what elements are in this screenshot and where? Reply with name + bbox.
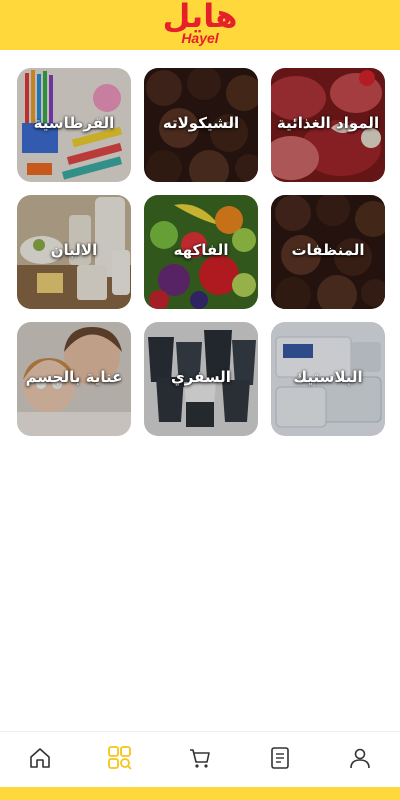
category-tile-fruit[interactable]: الفاكهه — [144, 195, 258, 309]
category-label: الالبان — [50, 241, 98, 259]
category-tile-food[interactable]: المواد الغذائية — [271, 68, 385, 182]
category-tile-stationery[interactable]: القرطاسية — [17, 68, 131, 182]
home-icon — [30, 748, 50, 768]
category-tile-dairy[interactable]: الالبان — [17, 195, 131, 309]
categories-search-icon — [108, 746, 132, 770]
app-screen: هايل Hayel المواد الغذائية الشيكولاته ال… — [0, 0, 400, 800]
logo-english-text: Hayel — [181, 30, 219, 46]
document-icon — [271, 747, 289, 769]
category-tile-body-care[interactable]: عناية بالجسم — [17, 322, 131, 436]
category-label: البلاستيك — [293, 368, 363, 386]
category-label: عناية بالجسم — [25, 368, 123, 386]
category-tile-chocolate[interactable]: الشيكولاته — [144, 68, 258, 182]
category-tile-takeaway[interactable]: السفري — [144, 322, 258, 436]
category-label: المنظفات — [291, 241, 365, 259]
category-tile-detergents[interactable]: المنظفات — [271, 195, 385, 309]
hayel-logo: هايل Hayel — [0, 0, 400, 50]
nav-orders-button[interactable] — [260, 738, 300, 778]
category-tile-plastic[interactable]: البلاستيك — [271, 322, 385, 436]
category-label: الشيكولاته — [162, 114, 240, 132]
bottom-accent-bar — [0, 787, 400, 800]
user-icon — [350, 748, 370, 769]
nav-home-button[interactable] — [20, 738, 60, 778]
nav-cart-button[interactable] — [180, 738, 220, 778]
category-label: الفاكهه — [173, 241, 229, 259]
category-label: القرطاسية — [33, 114, 115, 132]
nav-profile-button[interactable] — [340, 738, 380, 778]
nav-categories-button[interactable] — [100, 738, 140, 778]
app-header: هايل Hayel — [0, 0, 400, 50]
category-label: السفري — [171, 368, 231, 386]
category-label: المواد الغذائية — [276, 114, 380, 132]
cart-icon — [190, 749, 210, 768]
bottom-navigation — [0, 731, 400, 787]
